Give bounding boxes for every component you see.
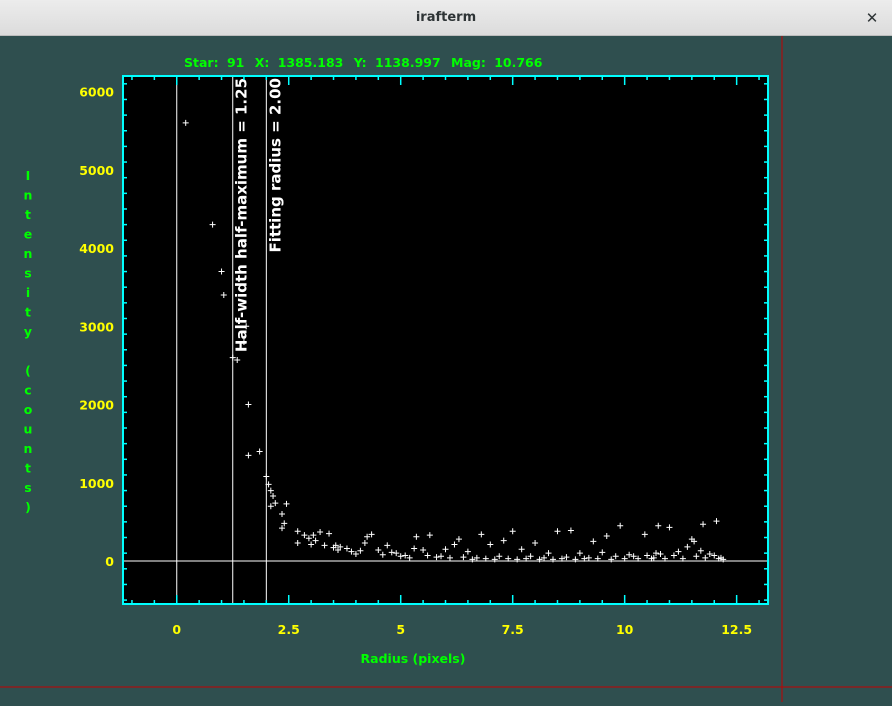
y-label: Y: (353, 55, 367, 70)
plot-area[interactable]: Star: 91 X: 1385.183 Y: 1138.997 Mag: 10… (0, 36, 892, 702)
y-tick-label: 5000 (79, 163, 114, 178)
x-tick-label: 2.5 (278, 622, 300, 637)
x-label: X: (255, 55, 270, 70)
x-tick-label: 5 (396, 622, 405, 637)
mag-label: Mag: (451, 55, 486, 70)
y-axis-title-char: o (24, 402, 33, 417)
y-tick-label: 4000 (79, 241, 114, 256)
y-axis-title-char: i (26, 285, 30, 300)
y-value: 1138.997 (375, 55, 441, 70)
window-title: irafterm (415, 10, 477, 25)
y-axis-title-char: ( (25, 363, 31, 378)
star-info-header: Star: 91 X: 1385.183 Y: 1138.997 Mag: 10… (184, 55, 543, 70)
x-tick-label: 0 (172, 622, 181, 637)
y-axis-title-char: t (25, 305, 31, 320)
intensity-radius-plot[interactable]: Star: 91 X: 1385.183 Y: 1138.997 Mag: 10… (0, 36, 892, 702)
y-tick-label: 0 (105, 554, 114, 569)
plot-frame-background (123, 76, 768, 604)
mag-value: 10.766 (494, 55, 543, 70)
y-axis-title-char: s (24, 480, 31, 495)
reference-line-label: Half-width half-maximum = 1.25 (233, 78, 251, 352)
y-tick-label: 3000 (79, 319, 114, 334)
y-axis-title-char: e (24, 227, 32, 242)
x-tick-label: 10 (616, 622, 634, 637)
x-tick-label: 12.5 (721, 622, 752, 637)
y-axis-title-char: t (25, 207, 31, 222)
x-tick-label: 7.5 (502, 622, 524, 637)
y-axis-title-char: n (24, 441, 33, 456)
y-axis-title-char: u (24, 422, 33, 437)
y-axis-title-char: y (24, 324, 32, 339)
y-axis-title-char: s (24, 266, 31, 281)
y-axis-title-char: I (26, 168, 31, 183)
x-axis-title: Radius (pixels) (361, 651, 466, 666)
x-value: 1385.183 (278, 55, 344, 70)
reference-line-label: Fitting radius = 2.00 (266, 78, 284, 253)
y-tick-label: 2000 (79, 398, 114, 413)
y-axis-title-char: ) (25, 500, 31, 515)
window-titlebar: irafterm ✕ (0, 0, 892, 36)
star-label: Star: (184, 55, 219, 70)
y-axis-title-char: n (24, 246, 33, 261)
y-tick-label: 1000 (79, 476, 114, 491)
y-axis-title-char: n (24, 188, 33, 203)
star-value: 91 (227, 55, 244, 70)
y-axis-title-char: t (25, 461, 31, 476)
close-icon[interactable]: ✕ (860, 6, 884, 30)
y-axis-title-char: c (24, 383, 31, 398)
y-tick-label: 6000 (79, 85, 114, 100)
